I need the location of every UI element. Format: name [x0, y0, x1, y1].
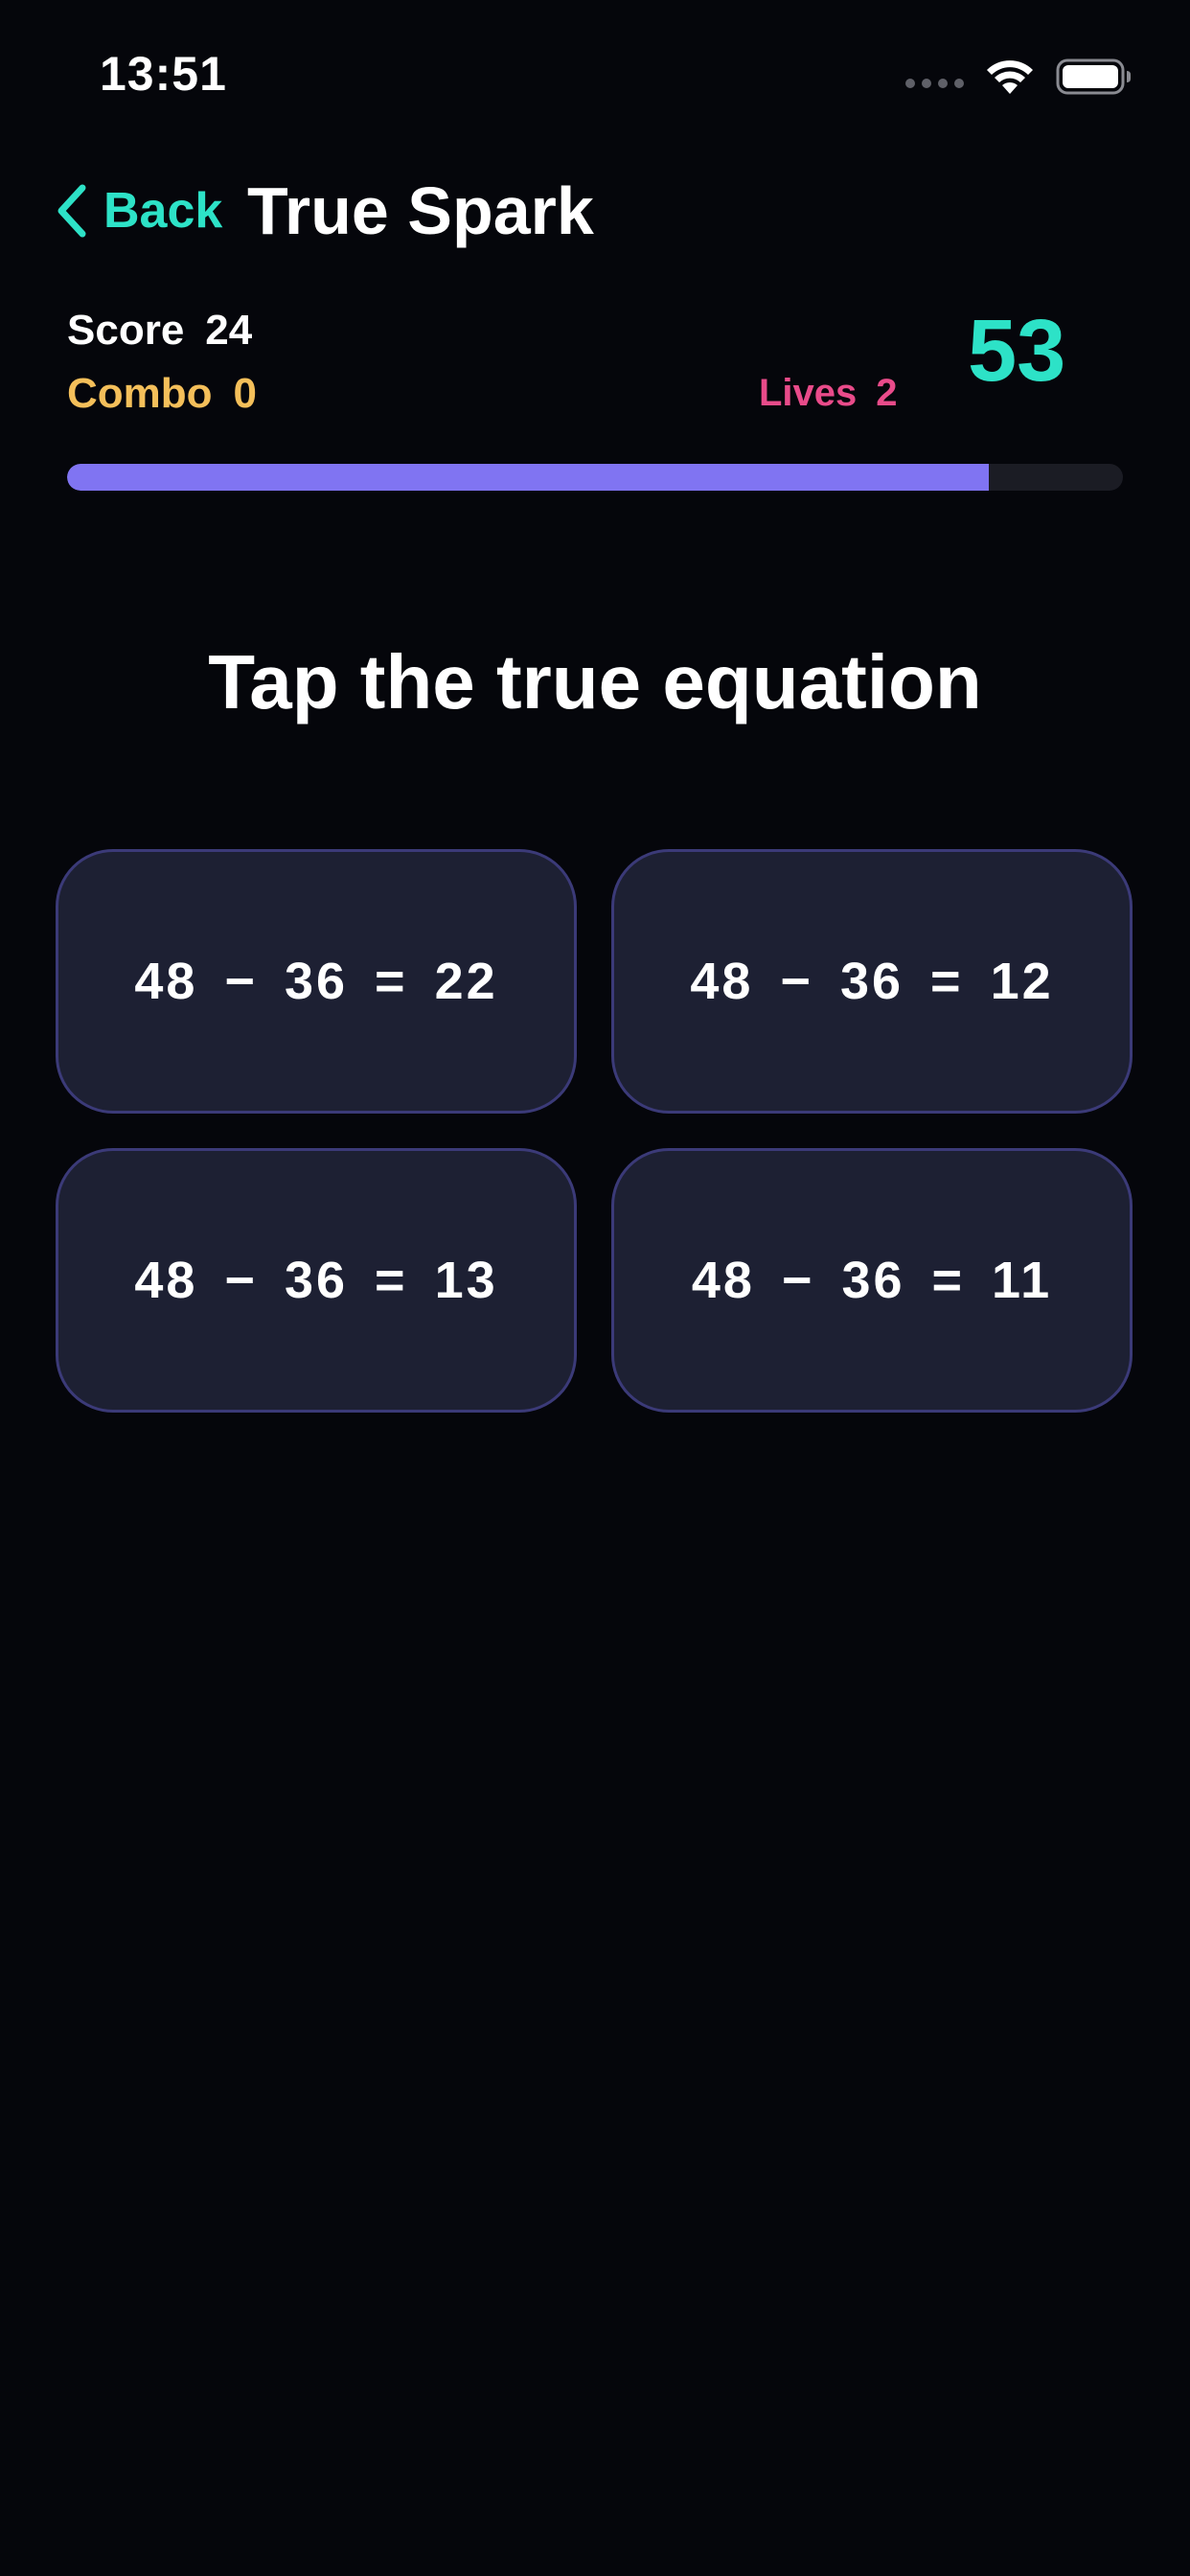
answer-option[interactable]: 48 − 36 = 22: [56, 849, 577, 1114]
lives-label: Lives: [759, 372, 858, 414]
score-value: 24: [205, 307, 253, 354]
combo-value: 0: [233, 370, 258, 417]
back-button[interactable]: Back: [54, 176, 222, 245]
cellular-signal-icon: [905, 79, 964, 88]
countdown-timer: 53: [968, 302, 1066, 400]
answer-option[interactable]: 48 − 36 = 11: [611, 1148, 1133, 1413]
nav-bar: Back True Spark: [0, 163, 1190, 259]
answer-option[interactable]: 48 − 36 = 12: [611, 849, 1133, 1114]
battery-icon: [1056, 58, 1131, 95]
score-stat: Score 24: [67, 307, 252, 355]
time-progress-bar: [67, 464, 1123, 491]
status-time: 13:51: [100, 47, 227, 101]
lives-value: 2: [876, 372, 898, 414]
time-progress-fill: [67, 464, 990, 491]
lives-stat: Lives 2: [759, 372, 898, 415]
combo-stat: Combo 0: [67, 370, 257, 418]
question-prompt: Tap the true equation: [208, 639, 982, 724]
stats-panel: Score 24 Combo 0 Lives 2 53: [67, 297, 1123, 431]
back-label: Back: [103, 183, 223, 239]
status-bar: 13:51: [0, 0, 1190, 153]
wifi-icon: [987, 60, 1033, 94]
answer-grid: 48 − 36 = 22 48 − 36 = 12 48 − 36 = 13 4…: [56, 849, 1134, 1413]
chevron-left-icon: [57, 184, 86, 238]
status-icons: [905, 56, 1133, 98]
combo-label: Combo: [67, 370, 213, 417]
answer-option[interactable]: 48 − 36 = 13: [56, 1148, 577, 1413]
score-label: Score: [67, 307, 185, 354]
page-title: True Spark: [247, 173, 594, 248]
